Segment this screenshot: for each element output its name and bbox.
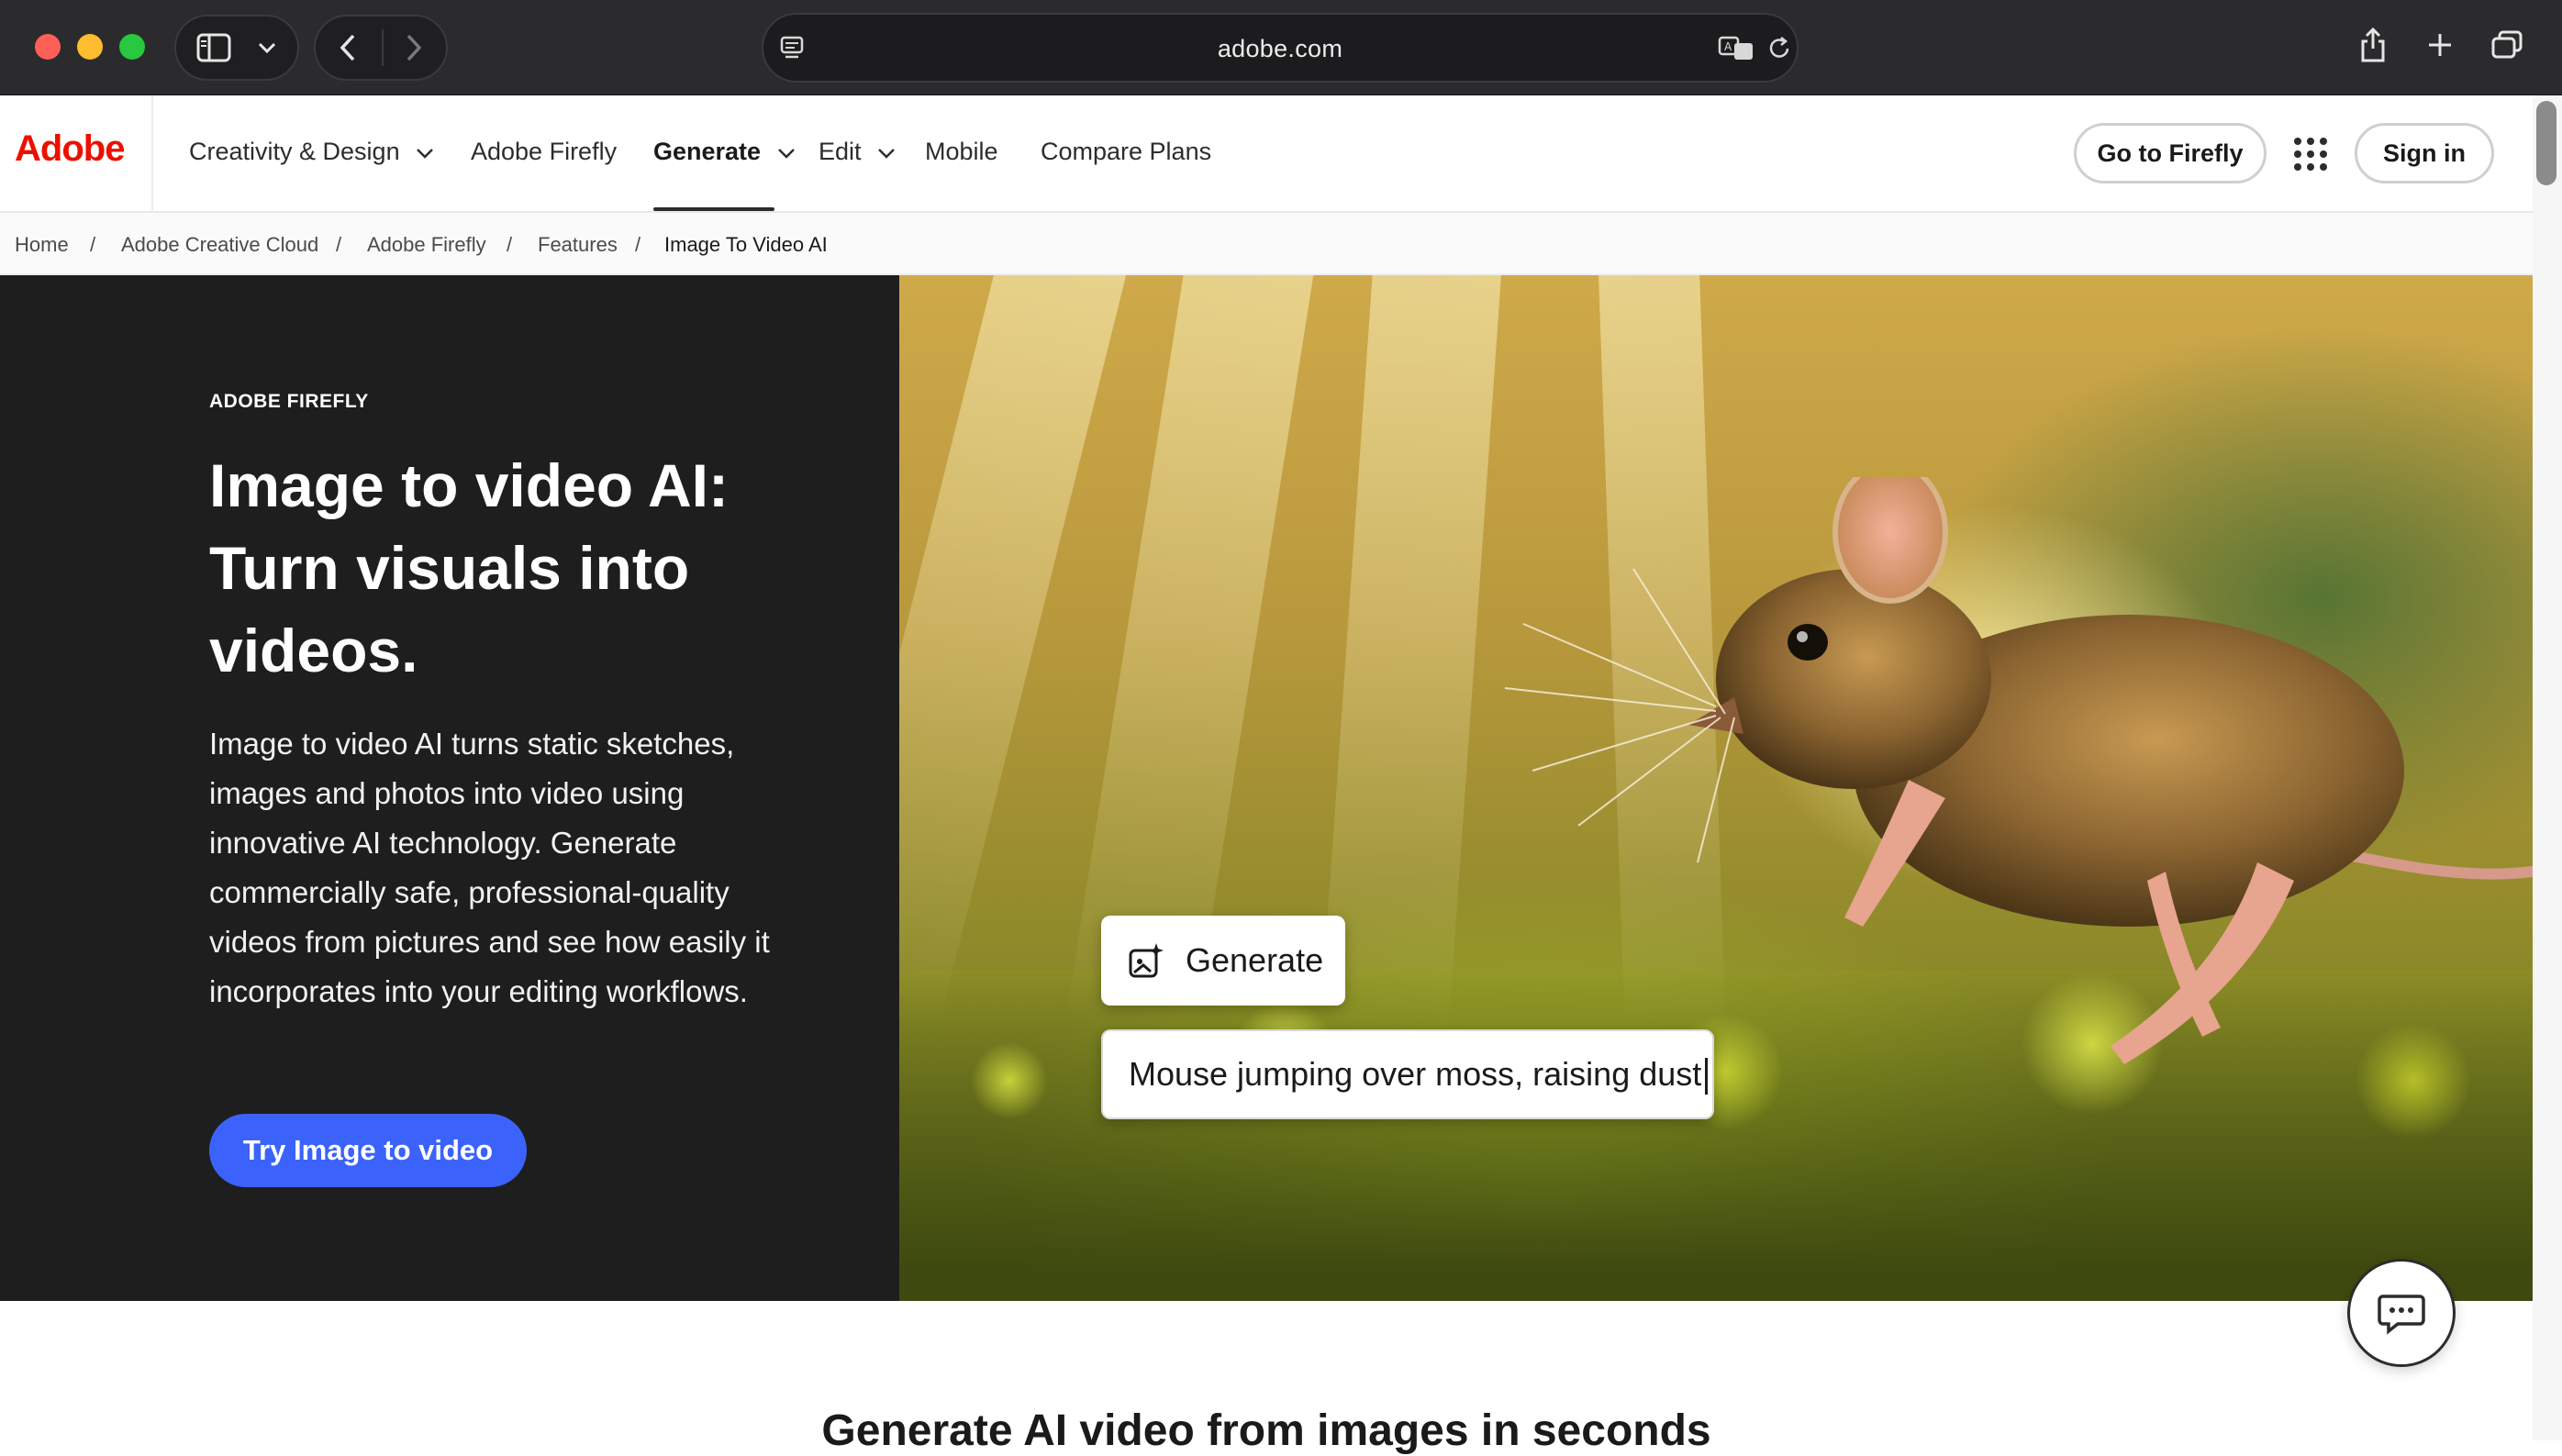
- hero-image: Generate Mouse jumping over moss, raisin…: [899, 275, 2533, 1301]
- nav-item-compare-plans[interactable]: Compare Plans: [1041, 138, 1211, 166]
- breadcrumb-separator: /: [635, 233, 641, 256]
- chevron-right-icon[interactable]: [404, 33, 424, 62]
- chat-icon: [2378, 1295, 2425, 1335]
- chevron-down-icon[interactable]: [257, 40, 277, 55]
- active-tab-indicator: [653, 207, 774, 211]
- reload-icon[interactable]: [1766, 35, 1793, 62]
- breadcrumb-separator: /: [507, 233, 513, 256]
- nav-item-edit[interactable]: Edit: [819, 138, 896, 166]
- sparkle-image-icon: [1129, 943, 1164, 978]
- url-text: adobe.com: [1217, 35, 1343, 62]
- breadcrumb-home[interactable]: Home: [15, 233, 69, 257]
- plus-icon[interactable]: [2426, 31, 2454, 59]
- prompt-input[interactable]: Mouse jumping over moss, raising dust: [1101, 1029, 1714, 1119]
- app-grid-icon[interactable]: [2294, 138, 2327, 171]
- translate-icon[interactable]: A: [1718, 35, 1756, 62]
- text-caret: [1705, 1058, 1709, 1095]
- go-to-firefly-button[interactable]: Go to Firefly: [2074, 123, 2267, 183]
- chevron-down-icon: [417, 148, 433, 159]
- try-image-to-video-button[interactable]: Try Image to video: [209, 1114, 527, 1187]
- chat-button[interactable]: [2347, 1259, 2456, 1367]
- nav-item-mobile[interactable]: Mobile: [925, 138, 998, 166]
- nav-item-adobe-firefly[interactable]: Adobe Firefly: [471, 138, 617, 166]
- chevron-down-icon: [777, 148, 795, 159]
- divider: [151, 95, 153, 213]
- breadcrumb-adobe-firefly[interactable]: Adobe Firefly: [367, 233, 486, 257]
- zoom-window-button[interactable]: [119, 34, 145, 60]
- tabs-overview-icon[interactable]: [2490, 29, 2523, 61]
- section-title: Generate AI video from images in seconds: [821, 1406, 1711, 1455]
- nav-item-label: Edit: [819, 138, 862, 165]
- nav-item-label: Adobe Firefly: [471, 138, 618, 165]
- minimize-window-button[interactable]: [77, 34, 103, 60]
- breadcrumb-features[interactable]: Features: [538, 233, 618, 257]
- browser-toolbar: adobe.com A: [0, 0, 2562, 95]
- scrollbar-thumb[interactable]: [2536, 101, 2556, 185]
- breadcrumb-creative-cloud[interactable]: Adobe Creative Cloud: [121, 233, 318, 257]
- svg-text:A: A: [1724, 40, 1732, 53]
- breadcrumb-current: Image To Video AI: [664, 233, 828, 256]
- breadcrumb: Home / Adobe Creative Cloud / Adobe Fire…: [0, 213, 2533, 275]
- breadcrumb-separator: /: [90, 233, 96, 256]
- share-icon[interactable]: [2358, 26, 2388, 64]
- scrollbar-track[interactable]: [2533, 95, 2562, 1440]
- generate-chip[interactable]: Generate: [1101, 916, 1345, 1006]
- nav-item-generate[interactable]: Generate: [653, 138, 796, 166]
- hero-eyebrow: ADOBE FIREFLY: [209, 391, 369, 412]
- nav-item-label: Compare Plans: [1041, 138, 1212, 165]
- nav-item-creativity-design[interactable]: Creativity & Design: [189, 138, 434, 166]
- close-window-button[interactable]: [35, 34, 61, 60]
- history-navigation-group: [314, 15, 448, 81]
- nav-item-label: Generate: [653, 138, 762, 165]
- chevron-down-icon: [878, 148, 895, 159]
- hero-title: Image to video AI: Turn visuals into vid…: [209, 451, 729, 684]
- nav-item-label: Creativity & Design: [189, 138, 400, 165]
- adobe-logo[interactable]: Adobe: [15, 128, 125, 170]
- address-bar[interactable]: adobe.com A: [762, 13, 1799, 83]
- hero-text-panel: ADOBE FIREFLY Image to video AI: Turn vi…: [0, 275, 899, 1301]
- chevron-left-icon[interactable]: [338, 33, 358, 62]
- divider: [382, 29, 384, 66]
- generate-label: Generate: [1186, 941, 1324, 979]
- nav-item-label: Mobile: [925, 138, 998, 165]
- site-navigation: Adobe Creativity & Design Adobe Firefly …: [0, 95, 2533, 213]
- sign-in-button[interactable]: Sign in: [2355, 123, 2494, 183]
- hero-description: Image to video AI turns static sketches,…: [209, 727, 770, 1008]
- breadcrumb-separator: /: [336, 233, 342, 256]
- sidebar-toggle-group: [174, 15, 299, 81]
- prompt-text: Mouse jumping over moss, raising dust: [1129, 1055, 1709, 1095]
- sidebar-icon[interactable]: [196, 33, 231, 62]
- prompt-value: Mouse jumping over moss, raising dust: [1129, 1055, 1702, 1093]
- mouse-illustration: [1504, 477, 2533, 1064]
